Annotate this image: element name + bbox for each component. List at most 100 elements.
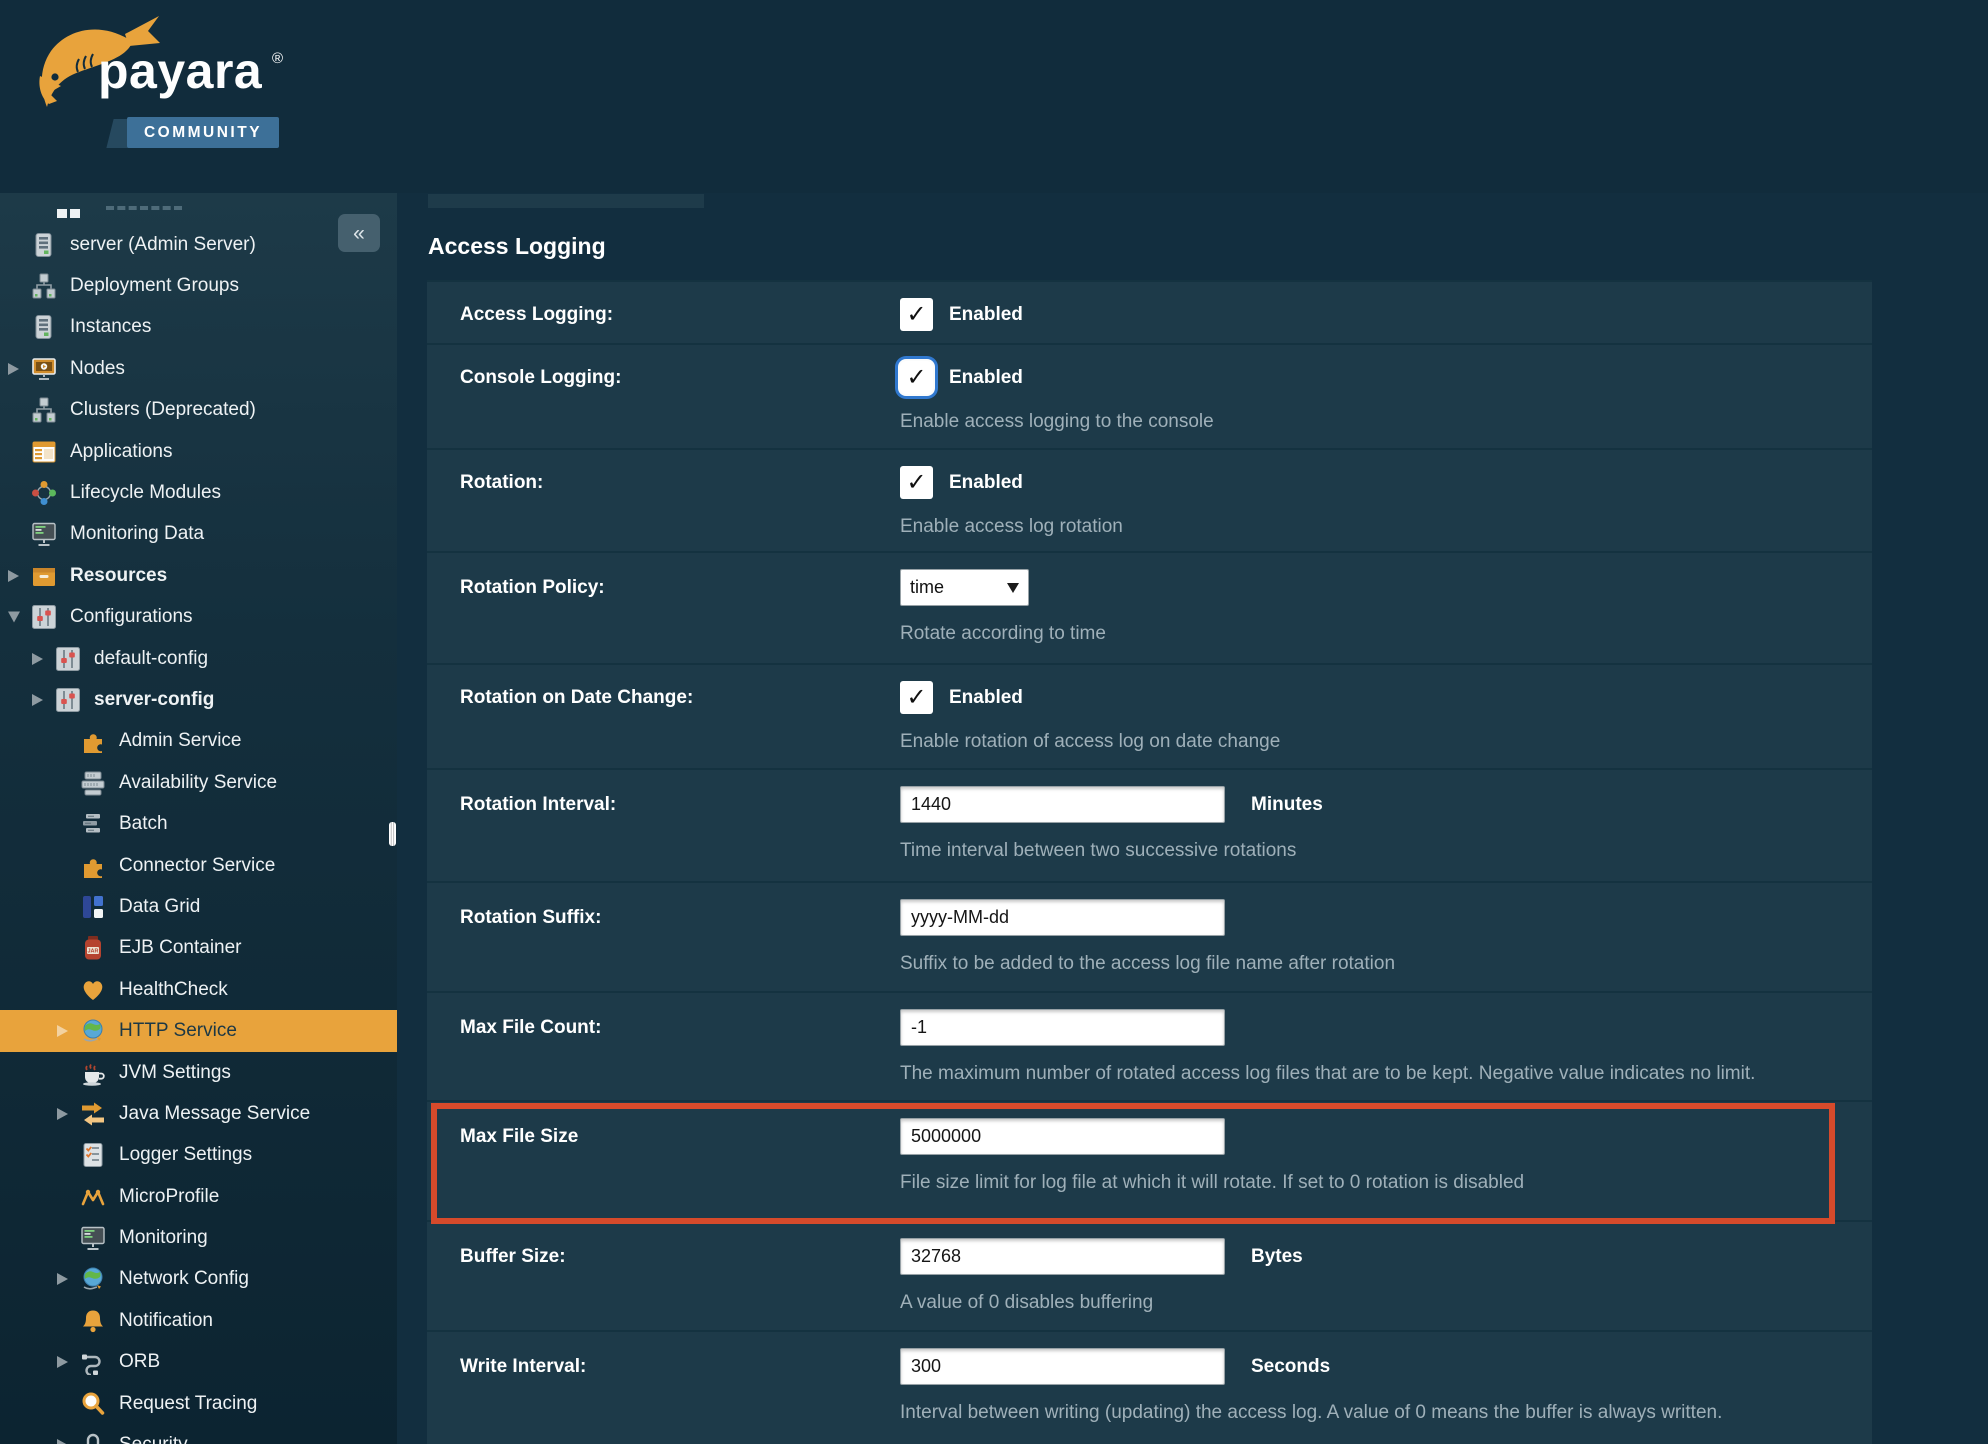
sidebar-item-label: Data Grid — [119, 896, 200, 918]
sidebar-item-clusters-deprecated[interactable]: Clusters (Deprecated) — [0, 390, 397, 431]
expand-arrow-icon[interactable] — [57, 1108, 68, 1120]
sidebar-item-server-admin-server[interactable]: server (Admin Server) — [0, 224, 397, 265]
max-file-size-input[interactable] — [900, 1118, 1225, 1155]
collapse-arrow-icon[interactable] — [8, 612, 20, 623]
form-row-rotation: Rotation:✓EnabledEnable access log rotat… — [427, 450, 1872, 553]
availability-icon — [80, 770, 106, 796]
sidebar-item-label: MicroProfile — [119, 1186, 219, 1208]
svg-text:JAR: JAR — [87, 949, 98, 955]
sidebar-item-orb[interactable]: ORB — [0, 1342, 397, 1383]
field-help-text: Time interval between two successive rot… — [900, 840, 1872, 862]
server-icon — [31, 232, 57, 258]
sidebar-item-lifecycle-modules[interactable]: Lifecycle Modules — [0, 472, 397, 513]
sidebar-item-label: Applications — [70, 441, 172, 463]
sidebar-item-http-service[interactable]: HTTP Service — [0, 1010, 397, 1051]
expand-arrow-icon[interactable] — [32, 653, 43, 665]
brand-wordmark: payara — [98, 42, 262, 100]
sidebar-item-network-config[interactable]: Network Config — [0, 1259, 397, 1300]
monitor-icon — [31, 521, 57, 547]
lifecycle-icon — [31, 480, 57, 506]
sidebar-item-monitoring[interactable]: Monitoring — [0, 1217, 397, 1258]
orb-icon — [80, 1349, 106, 1375]
console-logging-checkbox[interactable]: ✓ — [900, 361, 933, 394]
rotation-suffix-input[interactable] — [900, 899, 1225, 936]
sidebar-item-label: Lifecycle Modules — [70, 482, 221, 504]
sidebar-item-ejb-container[interactable]: JAR EJB Container — [0, 928, 397, 969]
sidebar-item-instances[interactable]: Instances — [0, 307, 397, 348]
expand-arrow-icon[interactable] — [32, 694, 43, 706]
expand-arrow-icon[interactable] — [57, 1273, 68, 1285]
lock-icon — [80, 1432, 106, 1444]
sidebar-item-request-tracing[interactable]: Request Tracing — [0, 1383, 397, 1424]
form-row-rotation-interval: Rotation Interval:MinutesTime interval b… — [427, 770, 1872, 883]
jar-icon: JAR — [80, 935, 106, 961]
form-row-console-logging: Console Logging:✓EnabledEnable access lo… — [427, 345, 1872, 450]
sidebar-item-deployment-groups[interactable]: Deployment Groups — [0, 265, 397, 306]
unit-label: Bytes — [1251, 1246, 1303, 1268]
sidebar-item-logger-settings[interactable]: Logger Settings — [0, 1135, 397, 1176]
expand-arrow-icon[interactable] — [57, 1025, 68, 1037]
field-label: Buffer Size: — [460, 1246, 900, 1268]
field-help-text: Suffix to be added to the access log fil… — [900, 953, 1872, 975]
settings-table: Access Logging:✓EnabledConsole Logging:✓… — [427, 280, 1872, 1444]
bell-icon — [80, 1308, 106, 1334]
batch-icon — [80, 811, 106, 837]
max-file-count-input[interactable] — [900, 1009, 1225, 1046]
sidebar-item-configurations[interactable]: Configurations — [0, 597, 397, 638]
checkbox-label: Enabled — [949, 472, 1023, 494]
sidebar-item-label: Clusters (Deprecated) — [70, 399, 256, 421]
access-logging-checkbox[interactable]: ✓ — [900, 298, 933, 331]
sidebar-item-label: Security — [119, 1434, 188, 1444]
sidebar-item-resources[interactable]: Resources — [0, 555, 397, 596]
sidebar-item-server-config[interactable]: server-config — [0, 679, 397, 720]
puzzle-icon — [80, 728, 106, 754]
rotation-on-date-change-checkbox[interactable]: ✓ — [900, 681, 933, 714]
sidebar-item-label: ORB — [119, 1351, 160, 1373]
sidebar-item-default-config[interactable]: default-config — [0, 638, 397, 679]
expand-arrow-icon[interactable] — [8, 363, 19, 375]
sidebar-nav: server (Admin Server) Deployment GroupsIn… — [0, 224, 397, 1444]
form-row-rotation-suffix: Rotation Suffix:Suffix to be added to th… — [427, 883, 1872, 993]
sidebar-item-healthcheck[interactable]: HealthCheck — [0, 969, 397, 1010]
sidebar-item-data-grid[interactable]: Data Grid — [0, 886, 397, 927]
sidebar-scrollbar-thumb[interactable] — [389, 822, 396, 846]
clipped-text-fragment — [106, 206, 182, 210]
registered-mark: ® — [272, 50, 283, 67]
select-dropdown-arrow-icon — [1007, 583, 1019, 593]
expand-arrow-icon[interactable] — [8, 570, 19, 582]
field-label: Max File Count: — [460, 1017, 900, 1039]
sliders-icon — [55, 646, 81, 672]
group-icon — [31, 397, 57, 423]
field-help-text: File size limit for log file at which it… — [900, 1172, 1872, 1194]
field-label: Rotation Policy: — [460, 577, 900, 599]
expand-arrow-icon[interactable] — [57, 1356, 68, 1368]
sidebar-item-label: Notification — [119, 1310, 213, 1332]
sidebar-item-label: Batch — [119, 813, 168, 835]
sidebar-item-batch[interactable]: Batch — [0, 803, 397, 844]
sidebar-item-nodes[interactable]: Nodes — [0, 348, 397, 389]
sidebar-item-java-message-service[interactable]: Java Message Service — [0, 1093, 397, 1134]
sidebar-item-admin-service[interactable]: Admin Service — [0, 721, 397, 762]
page-title: Access Logging — [428, 233, 606, 260]
rotation-interval-input[interactable] — [900, 786, 1225, 823]
sidebar-item-label: Connector Service — [119, 855, 275, 877]
app-window-icon — [31, 439, 57, 465]
field-label: Access Logging: — [460, 304, 900, 326]
microprofile-icon — [80, 1184, 106, 1210]
sidebar-item-security[interactable]: Security — [0, 1424, 397, 1444]
write-interval-input[interactable] — [900, 1348, 1225, 1385]
sidebar-item-microprofile[interactable]: MicroProfile — [0, 1176, 397, 1217]
clipped-icon-fragment — [70, 209, 80, 218]
sidebar-item-label: EJB Container — [119, 937, 242, 959]
sidebar-item-jvm-settings[interactable]: JVM Settings — [0, 1052, 397, 1093]
rotation-policy-select[interactable]: time — [900, 569, 1029, 606]
sidebar-item-availability-service[interactable]: Availability Service — [0, 762, 397, 803]
sidebar-item-applications[interactable]: Applications — [0, 431, 397, 472]
sidebar-item-monitoring-data[interactable]: Monitoring Data — [0, 514, 397, 555]
buffer-size-input[interactable] — [900, 1238, 1225, 1275]
sidebar-item-notification[interactable]: Notification — [0, 1300, 397, 1341]
sidebar-item-label: server (Admin Server) — [70, 234, 256, 256]
rotation-checkbox[interactable]: ✓ — [900, 466, 933, 499]
sidebar-item-connector-service[interactable]: Connector Service — [0, 845, 397, 886]
expand-arrow-icon[interactable] — [57, 1439, 68, 1444]
